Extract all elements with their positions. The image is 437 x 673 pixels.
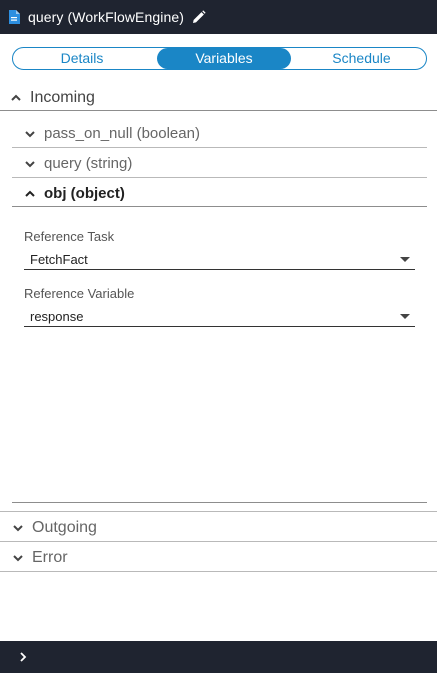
reference-task-value: FetchFact [30, 252, 88, 267]
reference-variable-select[interactable]: response [24, 307, 415, 327]
error-label: Error [32, 549, 68, 566]
reference-task-select[interactable]: FetchFact [24, 250, 415, 270]
bottom-bar [0, 641, 437, 673]
tab-details[interactable]: Details [13, 48, 151, 69]
chevron-right-icon[interactable] [18, 651, 28, 663]
chevron-down-icon [12, 552, 24, 564]
chevron-up-icon [10, 92, 22, 104]
reference-variable-label: Reference Variable [24, 286, 135, 301]
chevron-down-icon [24, 158, 36, 170]
incoming-label: Incoming [30, 89, 95, 106]
divider [0, 110, 437, 111]
dropdown-arrow-icon [400, 257, 410, 262]
tab-bar: Details Variables Schedule [12, 47, 427, 70]
variable-label: pass_on_null (boolean) [44, 125, 200, 142]
edit-pencil-icon[interactable] [192, 10, 206, 24]
divider [0, 511, 437, 512]
variable-item-query[interactable]: query (string) [24, 155, 132, 172]
variable-label: query (string) [44, 155, 133, 172]
incoming-section-header[interactable]: Incoming [10, 89, 95, 107]
title-bar: query (WorkFlowEngine) [0, 0, 437, 34]
divider [12, 147, 427, 148]
chevron-down-icon [12, 522, 24, 534]
variable-item-obj[interactable]: obj (object) [24, 185, 125, 202]
variable-item-pass-on-null[interactable]: pass_on_null (boolean) [24, 125, 200, 142]
reference-variable-value: response [30, 309, 84, 324]
chevron-up-icon [24, 188, 36, 200]
dropdown-arrow-icon [400, 314, 410, 319]
chevron-down-icon [24, 128, 36, 140]
tab-schedule[interactable]: Schedule [297, 48, 426, 69]
variable-label: obj (object) [44, 185, 125, 202]
divider [0, 571, 437, 572]
tab-variables[interactable]: Variables [157, 48, 291, 69]
document-icon [8, 10, 20, 24]
divider [12, 502, 427, 503]
task-title: query (WorkFlowEngine) [28, 9, 184, 25]
error-section-header[interactable]: Error [12, 549, 68, 567]
outgoing-section-header[interactable]: Outgoing [12, 519, 97, 537]
divider [0, 541, 437, 542]
reference-task-label: Reference Task [24, 229, 115, 244]
divider [12, 177, 427, 178]
divider [12, 206, 427, 207]
outgoing-label: Outgoing [32, 519, 97, 536]
